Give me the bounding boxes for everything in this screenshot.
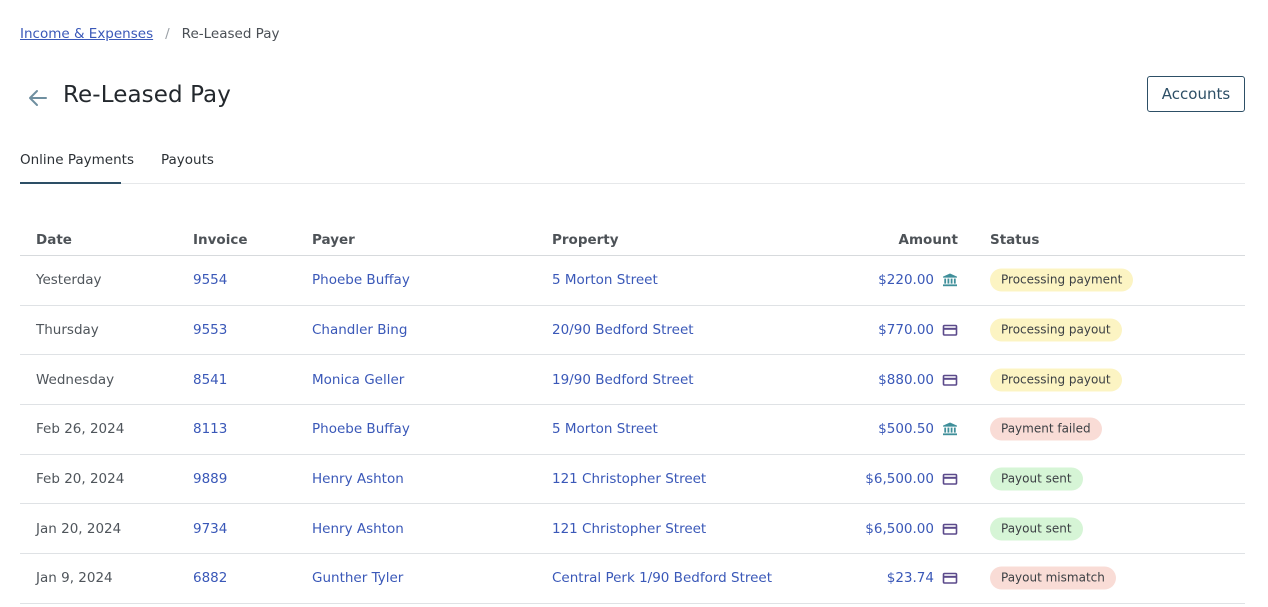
table-row[interactable]: Jan 9, 2024 6882 Gunther Tyler Central Perk…: [20, 554, 1245, 604]
bank-icon: [942, 422, 958, 436]
status-badge-wrap: Processing payout: [990, 318, 1122, 342]
invoice-link[interactable]: 8541: [193, 372, 227, 388]
payments-table: Date Invoice Payer Property Amount Statu…: [20, 222, 1245, 604]
row-date: Jan 20, 2024: [36, 520, 122, 537]
payer-link[interactable]: Phoebe Buffay: [312, 272, 410, 288]
column-header-amount[interactable]: Amount: [899, 232, 958, 248]
column-header-date[interactable]: Date: [36, 232, 72, 248]
column-header-invoice[interactable]: Invoice: [193, 232, 248, 248]
amount-link[interactable]: $220.00: [878, 272, 934, 288]
table-row[interactable]: Thursday 9553 Chandler Bing 20/90 Bedford S…: [20, 306, 1245, 356]
payer-link[interactable]: Gunther Tyler: [312, 570, 403, 586]
row-date: Feb 20, 2024: [36, 471, 125, 488]
table-row[interactable]: Feb 26, 2024 8113 Phoebe Buffay 5 Morton St…: [20, 405, 1245, 455]
status-badge: Payout mismatch: [990, 566, 1116, 590]
table-header: Date Invoice Payer Property Amount Statu…: [20, 222, 1245, 256]
row-date: Jan 9, 2024: [36, 570, 113, 587]
status-badge-wrap: Payout sent: [990, 467, 1083, 491]
status-badge: Payout sent: [990, 517, 1083, 541]
table-row[interactable]: Jan 20, 2024 9734 Henry Ashton 121 Christop…: [20, 504, 1245, 555]
status-badge: Payment failed: [990, 417, 1102, 441]
status-badge: Processing payout: [990, 368, 1122, 392]
payer-link[interactable]: Chandler Bing: [312, 322, 407, 338]
amount-link[interactable]: $500.50: [878, 421, 934, 437]
payer-link[interactable]: Monica Geller: [312, 372, 404, 388]
invoice-link[interactable]: 8113: [193, 421, 227, 437]
amount-link[interactable]: $770.00: [878, 322, 934, 338]
card-icon: [942, 323, 958, 337]
column-header-payer[interactable]: Payer: [312, 232, 355, 248]
table-row[interactable]: Wednesday 8541 Monica Geller 19/90 Bedford …: [20, 355, 1245, 406]
row-date: Thursday: [36, 322, 99, 339]
status-badge-wrap: Processing payout: [990, 368, 1122, 392]
status-badge: Processing payment: [990, 268, 1134, 292]
property-link[interactable]: 121 Christopher Street: [552, 471, 706, 487]
status-badge-wrap: Payout sent: [990, 517, 1083, 541]
invoice-link[interactable]: 9553: [193, 322, 227, 338]
property-link[interactable]: 121 Christopher Street: [552, 521, 706, 537]
card-icon: [942, 472, 958, 486]
invoice-link[interactable]: 9889: [193, 471, 227, 487]
column-header-property[interactable]: Property: [552, 232, 619, 248]
table-row[interactable]: Yesterday 9554 Phoebe Buffay 5 Morton Stree…: [20, 256, 1245, 306]
page-header: Re-Leased Pay Accounts: [20, 76, 1245, 116]
page: Income & Expenses / Re-Leased Pay Re-Lea…: [0, 0, 1268, 607]
payer-link[interactable]: Henry Ashton: [312, 521, 404, 537]
status-badge-wrap: Processing payment: [990, 268, 1134, 292]
amount-link[interactable]: $23.74: [887, 570, 934, 586]
tab-bar: Online Payments Payouts: [20, 142, 1245, 184]
card-icon: [942, 571, 958, 585]
property-link[interactable]: 5 Morton Street: [552, 272, 658, 288]
invoice-link[interactable]: 9734: [193, 521, 227, 537]
property-link[interactable]: 19/90 Bedford Street: [552, 372, 694, 388]
status-badge: Payout sent: [990, 467, 1083, 491]
row-date: Feb 26, 2024: [36, 421, 125, 438]
property-link[interactable]: 20/90 Bedford Street: [552, 322, 694, 338]
breadcrumb-current: Re-Leased Pay: [181, 26, 280, 42]
amount-link[interactable]: $6,500.00: [865, 521, 934, 537]
row-date: Yesterday: [36, 272, 102, 289]
arrow-left-icon[interactable]: [26, 86, 50, 110]
bank-icon: [942, 273, 958, 287]
status-badge: Processing payout: [990, 318, 1122, 342]
breadcrumb-link-income-expenses[interactable]: Income & Expenses: [20, 26, 153, 42]
tab-online-payments[interactable]: Online Payments: [20, 152, 134, 184]
amount-link[interactable]: $6,500.00: [865, 471, 934, 487]
column-header-status[interactable]: Status: [990, 232, 1039, 248]
breadcrumb: Income & Expenses / Re-Leased Pay: [20, 26, 279, 42]
property-link[interactable]: Central Perk 1/90 Bedford Street: [552, 570, 772, 586]
breadcrumb-separator: /: [165, 26, 170, 42]
table-body: Yesterday 9554 Phoebe Buffay 5 Morton Stree…: [20, 256, 1245, 604]
table-row[interactable]: Feb 20, 2024 9889 Henry Ashton 121 Christop…: [20, 455, 1245, 505]
status-badge-wrap: Payment failed: [990, 417, 1102, 441]
status-badge-wrap: Payout mismatch: [990, 566, 1116, 590]
amount-link[interactable]: $880.00: [878, 372, 934, 388]
payer-link[interactable]: Phoebe Buffay: [312, 421, 410, 437]
invoice-link[interactable]: 6882: [193, 570, 227, 586]
card-icon: [942, 373, 958, 387]
row-date: Wednesday: [36, 371, 115, 388]
accounts-button[interactable]: Accounts: [1147, 76, 1245, 112]
tab-payouts[interactable]: Payouts: [161, 152, 214, 184]
invoice-link[interactable]: 9554: [193, 272, 227, 288]
card-icon: [942, 522, 958, 536]
payer-link[interactable]: Henry Ashton: [312, 471, 404, 487]
page-title: Re-Leased Pay: [63, 82, 231, 108]
property-link[interactable]: 5 Morton Street: [552, 421, 658, 437]
